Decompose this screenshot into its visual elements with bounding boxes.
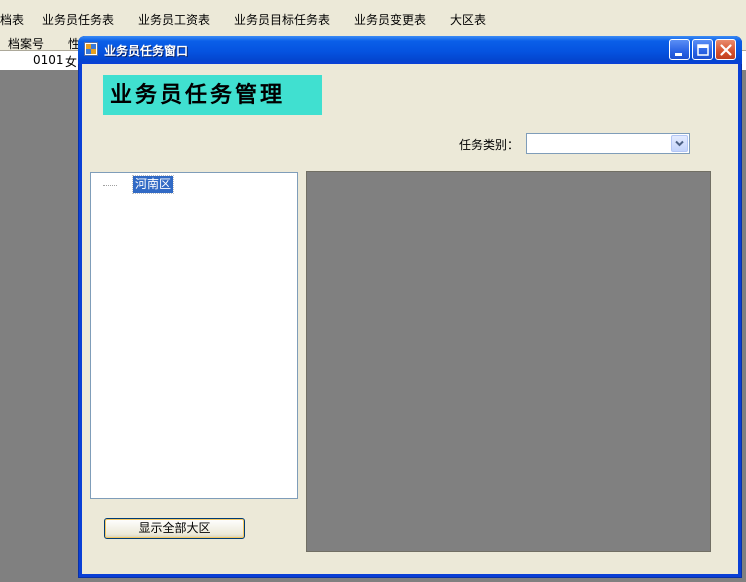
cell-gender: 女 <box>65 55 78 69</box>
task-data-grid[interactable] <box>306 171 711 552</box>
salesman-task-window: 业务员任务窗口 业务员任务管理 任务类别： 河南区 显示全部大区 <box>78 36 742 578</box>
window-titlebar[interactable]: 业务员任务窗口 <box>78 36 742 64</box>
show-all-regions-button[interactable]: 显示全部大区 <box>104 518 245 539</box>
column-header-file-no[interactable]: 档案号 <box>8 35 44 52</box>
window-title: 业务员任务窗口 <box>104 44 189 58</box>
tree-node-henan[interactable]: 河南区 <box>131 175 175 194</box>
region-tree[interactable]: 河南区 <box>90 172 298 499</box>
maximize-icon <box>697 44 709 56</box>
app-window-icon[interactable] <box>84 42 98 56</box>
close-icon <box>720 44 732 56</box>
menu-item-salesman-task[interactable]: 业务员任务表 <box>42 11 114 28</box>
menu-item-region[interactable]: 大区表 <box>450 11 486 28</box>
close-button[interactable] <box>715 39 736 60</box>
menu-item-0[interactable]: 档表 <box>0 11 24 28</box>
task-category-select[interactable] <box>526 133 690 154</box>
page-banner-title: 业务员任务管理 <box>103 75 322 115</box>
window-client-area: 业务员任务管理 任务类别： 河南区 显示全部大区 <box>82 64 738 574</box>
maximize-button[interactable] <box>692 39 713 60</box>
minimize-icon <box>675 53 682 56</box>
minimize-button[interactable] <box>669 39 690 60</box>
menu-item-salesman-target-task[interactable]: 业务员目标任务表 <box>234 11 330 28</box>
menu-item-salesman-salary[interactable]: 业务员工资表 <box>138 11 210 28</box>
menu-item-salesman-change[interactable]: 业务员变更表 <box>354 11 426 28</box>
tree-connector-line <box>103 185 117 186</box>
chevron-down-icon <box>675 140 684 147</box>
cell-file-no: 0101 <box>33 53 64 67</box>
task-category-label: 任务类别： <box>459 138 520 152</box>
main-menubar: 档表 业务员任务表 业务员工资表 业务员目标任务表 业务员变更表 大区表 <box>0 0 746 38</box>
task-category-dropdown-button[interactable] <box>671 135 688 152</box>
